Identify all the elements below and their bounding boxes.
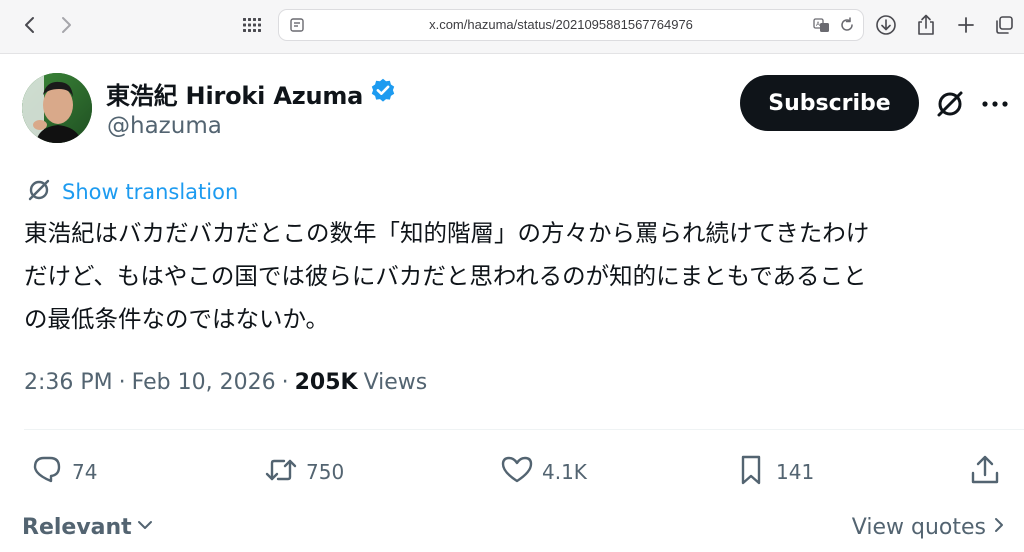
tweet-text-line: 東浩紀はバカだバカだとこの数年「知的階層」の方々から罵られ続けてきたわけ — [24, 219, 870, 247]
tweet-date[interactable]: Feb 10, 2026 — [132, 370, 276, 395]
author-display-name[interactable]: 東浩紀 Hiroki Azuma — [106, 76, 363, 111]
repost-icon — [264, 453, 298, 491]
show-translation-label[interactable]: Show translation — [62, 180, 238, 204]
sort-replies-dropdown[interactable]: Relevant — [22, 512, 154, 542]
reply-icon — [30, 453, 64, 491]
tweet-meta: 2:36 PM · Feb 10, 2026 · 205K Views — [24, 366, 427, 398]
chevron-down-icon — [132, 515, 154, 540]
chevron-right-icon — [986, 515, 1008, 540]
share-icon[interactable] — [912, 11, 940, 39]
bookmark-button[interactable]: 141 — [734, 454, 814, 490]
forward-arrow-icon[interactable] — [52, 11, 80, 39]
page-info-icon[interactable] — [289, 17, 305, 37]
avatar[interactable] — [22, 73, 92, 143]
address-bar[interactable]: x.com/hazuma/status/2021095881567764976 … — [278, 9, 864, 41]
meta-separator: · — [118, 369, 126, 395]
views-label[interactable]: Views — [364, 370, 428, 395]
reply-count: 74 — [72, 460, 98, 484]
author-name-row[interactable]: 東浩紀 Hiroki Azuma — [106, 76, 397, 111]
share-button[interactable] — [968, 454, 1002, 490]
reload-icon[interactable] — [839, 17, 855, 37]
bookmark-count: 141 — [776, 460, 815, 484]
url-text[interactable]: x.com/hazuma/status/2021095881567764976 — [319, 10, 803, 40]
heart-icon — [500, 453, 534, 491]
subscribe-button[interactable]: Subscribe — [740, 75, 919, 131]
tabs-icon[interactable] — [990, 11, 1018, 39]
reply-button[interactable]: 74 — [30, 454, 97, 490]
view-quotes-link[interactable]: View quotes — [852, 512, 1008, 542]
author-handle[interactable]: @hazuma — [107, 113, 222, 139]
new-tab-icon[interactable] — [952, 11, 980, 39]
repost-button[interactable]: 750 — [264, 454, 344, 490]
views-count[interactable]: 205K — [295, 370, 358, 395]
grid-icon[interactable] — [238, 11, 266, 39]
grok-translate-icon — [26, 177, 52, 207]
divider — [24, 429, 1024, 430]
sort-label[interactable]: Relevant — [22, 515, 132, 540]
share-upload-icon — [968, 453, 1002, 491]
tweet-text-line: だけど、もはやこの国では彼らにバカだと思われるのが知的にまともであること — [24, 262, 867, 290]
view-quotes-label[interactable]: View quotes — [852, 515, 986, 540]
bookmark-icon — [734, 453, 768, 491]
tweet-text: 東浩紀はバカだバカだとこの数年「知的階層」の方々から罵られ続けてきたわけ だけど… — [24, 212, 1019, 341]
like-count: 4.1K — [542, 460, 587, 484]
download-icon[interactable] — [872, 11, 900, 39]
like-button[interactable]: 4.1K — [500, 454, 587, 490]
repost-count: 750 — [306, 460, 345, 484]
more-options-icon[interactable] — [980, 92, 1010, 116]
browser-toolbar: x.com/hazuma/status/2021095881567764976 … — [0, 0, 1024, 54]
tweet-time[interactable]: 2:36 PM — [24, 370, 113, 395]
show-translation-link[interactable]: Show translation — [26, 177, 238, 207]
grok-icon[interactable] — [934, 88, 966, 120]
translate-icon[interactable]: A — [813, 17, 831, 37]
verified-badge-icon — [363, 77, 397, 109]
meta-separator: · — [281, 369, 289, 395]
tweet-text-line: の最低条件なのではないか。 — [24, 305, 330, 333]
back-arrow-icon[interactable] — [16, 11, 44, 39]
